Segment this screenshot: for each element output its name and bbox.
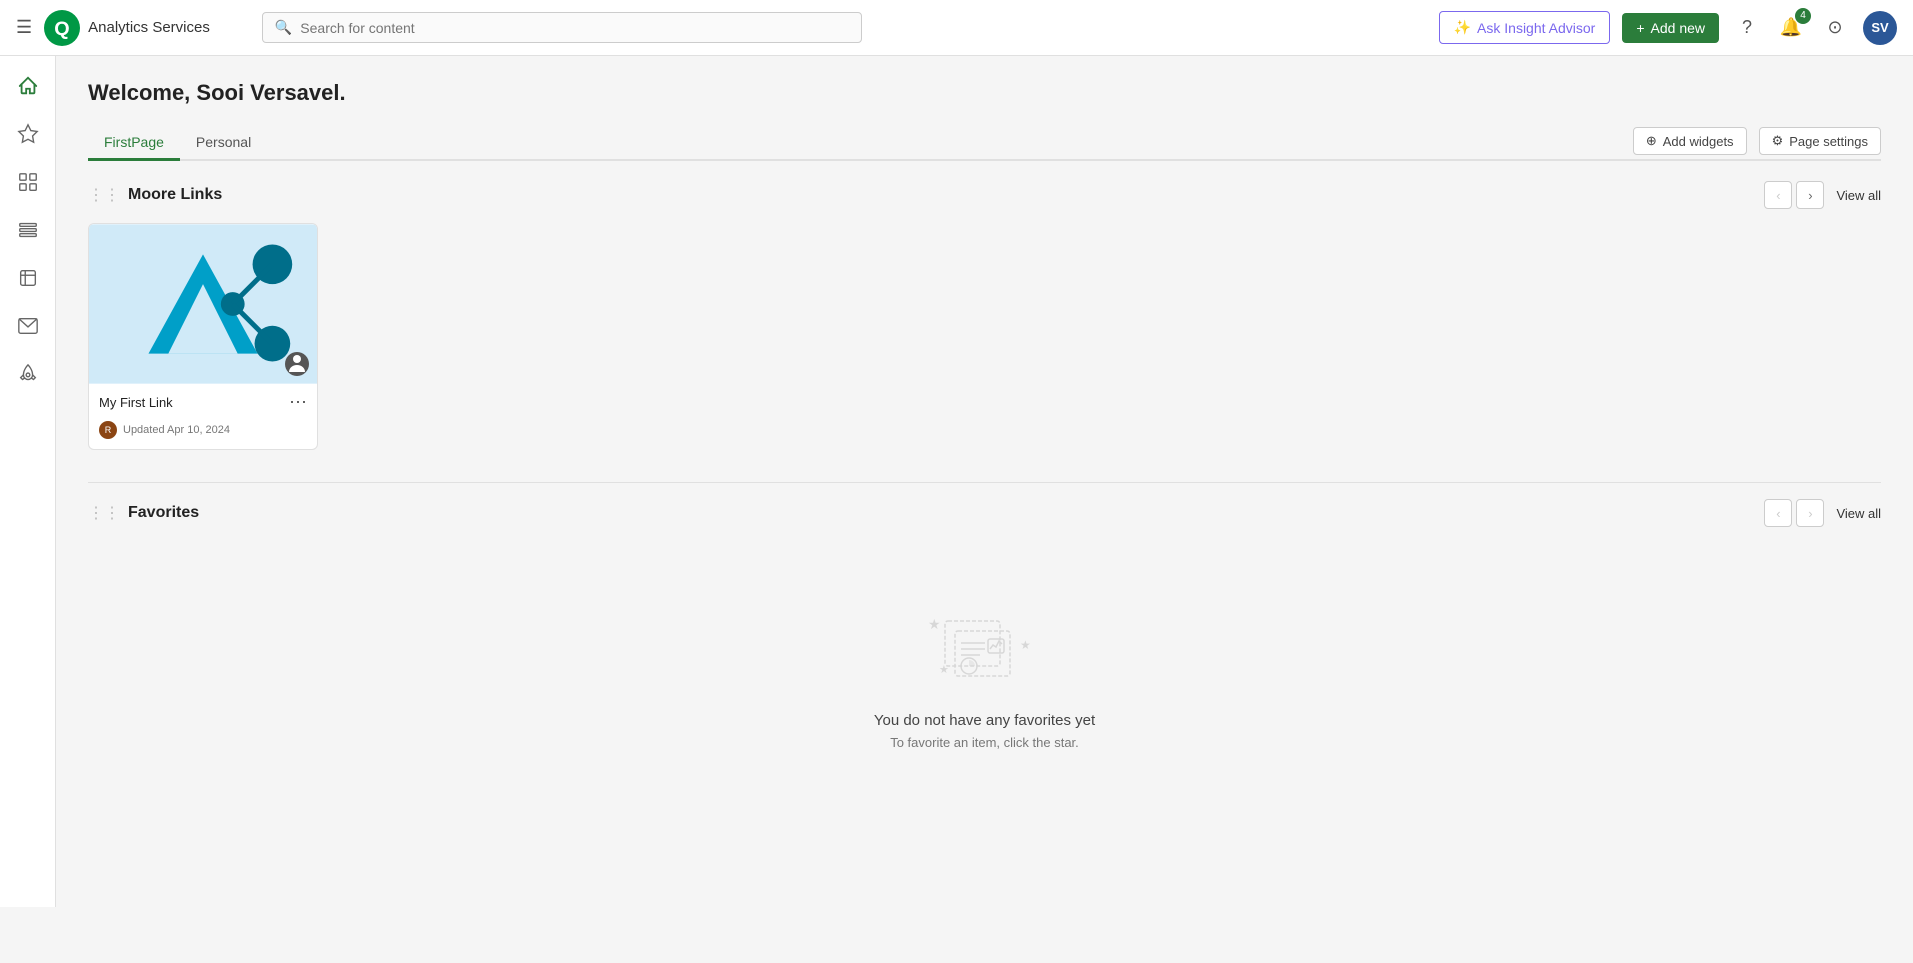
page-settings-label: Page settings xyxy=(1789,134,1868,149)
moore-links-section: ⋮⋮ Moore Links ‹ › View all xyxy=(88,181,1881,450)
add-widgets-button[interactable]: ⊕ Add widgets xyxy=(1633,127,1747,155)
moore-links-prev[interactable]: ‹ xyxy=(1764,181,1792,209)
user-avatar[interactable]: SV xyxy=(1863,11,1897,45)
favorites-header: ⋮⋮ Favorites ‹ › View all xyxy=(88,499,1881,527)
tab-personal[interactable]: Personal xyxy=(180,126,267,161)
home-icon xyxy=(17,75,39,97)
moore-links-header: ⋮⋮ Moore Links ‹ › View all xyxy=(88,181,1881,209)
favorites-empty-state: ★ ★ ★ You do not have any favorites yet … xyxy=(88,541,1881,810)
favorites-viewall[interactable]: View all xyxy=(1836,506,1881,521)
app-name: Analytics Services xyxy=(88,19,210,36)
addnew-label: Add new xyxy=(1651,20,1705,36)
favorites-empty-sub: To favorite an item, click the star. xyxy=(890,735,1079,750)
insight-icon: ✨ xyxy=(1454,19,1471,36)
sidebar-item-catalog[interactable] xyxy=(6,160,50,204)
insight-label: Ask Insight Advisor xyxy=(1477,20,1595,36)
collections-icon xyxy=(17,219,39,241)
card-meta-row: R Updated Apr 10, 2024 xyxy=(89,421,317,449)
sidebar-item-home[interactable] xyxy=(6,64,50,108)
card-thumbnail xyxy=(89,224,317,384)
star-icon xyxy=(17,123,39,145)
sidebar-item-subscriptions[interactable] xyxy=(6,304,50,348)
layout: Welcome, Sooi Versavel. FirstPage Person… xyxy=(0,56,1913,907)
svg-text:Q: Q xyxy=(54,18,69,40)
card-updated: Updated Apr 10, 2024 xyxy=(123,424,230,436)
hamburger-menu[interactable]: ☰ xyxy=(16,17,32,38)
svg-text:★: ★ xyxy=(1020,638,1031,652)
sidebar-item-automations[interactable] xyxy=(6,352,50,396)
welcome-heading: Welcome, Sooi Versavel. xyxy=(88,80,1881,106)
section-divider xyxy=(88,482,1881,483)
apps-grid-button[interactable]: ⊙ xyxy=(1819,12,1851,44)
sidebar-item-alerts[interactable] xyxy=(6,256,50,300)
add-new-button[interactable]: + Add new xyxy=(1622,13,1719,43)
app-logo[interactable]: Q Analytics Services xyxy=(44,10,210,46)
user-icon xyxy=(285,352,309,376)
settings-icon: ⚙ xyxy=(1772,133,1784,149)
moore-links-nav: ‹ › View all xyxy=(1764,181,1881,209)
empty-favorites-svg: ★ ★ ★ xyxy=(925,601,1045,691)
favorites-title: Favorites xyxy=(128,504,199,522)
add-widgets-label: Add widgets xyxy=(1663,134,1734,149)
notification-badge: 4 xyxy=(1795,8,1811,24)
favorites-next[interactable]: › xyxy=(1796,499,1824,527)
moore-links-cards: My First Link ⋯ R Updated Apr 10, 2024 xyxy=(88,223,1881,450)
card-my-first-link[interactable]: My First Link ⋯ R Updated Apr 10, 2024 xyxy=(88,223,318,450)
svg-text:★: ★ xyxy=(939,664,949,676)
catalog-icon xyxy=(17,171,39,193)
plus-icon: + xyxy=(1636,20,1644,36)
tabs-bar: FirstPage Personal ⊕ Add widgets ⚙ Page … xyxy=(88,126,1881,161)
svg-text:★: ★ xyxy=(928,616,941,632)
moore-links-next[interactable]: › xyxy=(1796,181,1824,209)
card-user-badge xyxy=(285,352,309,376)
moore-links-viewall[interactable]: View all xyxy=(1836,188,1881,203)
sidebar-item-collections[interactable] xyxy=(6,208,50,252)
grid-icon: ⊙ xyxy=(1827,17,1842,38)
card-thumb-svg xyxy=(89,224,317,384)
favorites-nav: ‹ › View all xyxy=(1764,499,1881,527)
qlik-logo-icon: Q xyxy=(44,10,80,46)
search-bar[interactable]: 🔍 xyxy=(262,12,862,43)
tab-right-actions: ⊕ Add widgets ⚙ Page settings xyxy=(1633,127,1881,159)
favorites-empty-icon: ★ ★ ★ xyxy=(925,601,1045,696)
topnav: ☰ Q Analytics Services 🔍 ✨ Ask Insight A… xyxy=(0,0,1913,56)
card-more-button[interactable]: ⋯ xyxy=(289,392,307,413)
insight-advisor-button[interactable]: ✨ Ask Insight Advisor xyxy=(1439,11,1611,44)
email-icon xyxy=(17,315,39,337)
help-icon: ? xyxy=(1742,17,1752,38)
page-settings-button[interactable]: ⚙ Page settings xyxy=(1759,127,1881,155)
search-input[interactable] xyxy=(300,20,849,36)
favorites-empty-title: You do not have any favorites yet xyxy=(874,712,1095,729)
tab-firstpage[interactable]: FirstPage xyxy=(88,126,180,161)
help-button[interactable]: ? xyxy=(1731,12,1763,44)
card-name: My First Link xyxy=(99,395,173,410)
card-owner-avatar: R xyxy=(99,421,117,439)
topnav-right-actions: ✨ Ask Insight Advisor + Add new ? 🔔 4 ⊙ … xyxy=(1439,11,1897,45)
favorites-prev[interactable]: ‹ xyxy=(1764,499,1792,527)
sidebar-item-starred[interactable] xyxy=(6,112,50,156)
favorites-drag-handle-icon[interactable]: ⋮⋮ xyxy=(88,503,120,523)
favorites-section: ⋮⋮ Favorites ‹ › View all xyxy=(88,499,1881,810)
rocket-icon xyxy=(17,363,39,385)
plus-circle-icon: ⊕ xyxy=(1646,133,1657,149)
card-info-row: My First Link ⋯ xyxy=(89,384,317,421)
alerts-icon xyxy=(17,267,39,289)
search-icon: 🔍 xyxy=(275,19,292,36)
main-content: Welcome, Sooi Versavel. FirstPage Person… xyxy=(56,56,1913,907)
moore-links-title: Moore Links xyxy=(128,186,222,204)
drag-handle-icon[interactable]: ⋮⋮ xyxy=(88,185,120,205)
notifications-button[interactable]: 🔔 4 xyxy=(1775,12,1807,44)
sidebar xyxy=(0,56,56,907)
